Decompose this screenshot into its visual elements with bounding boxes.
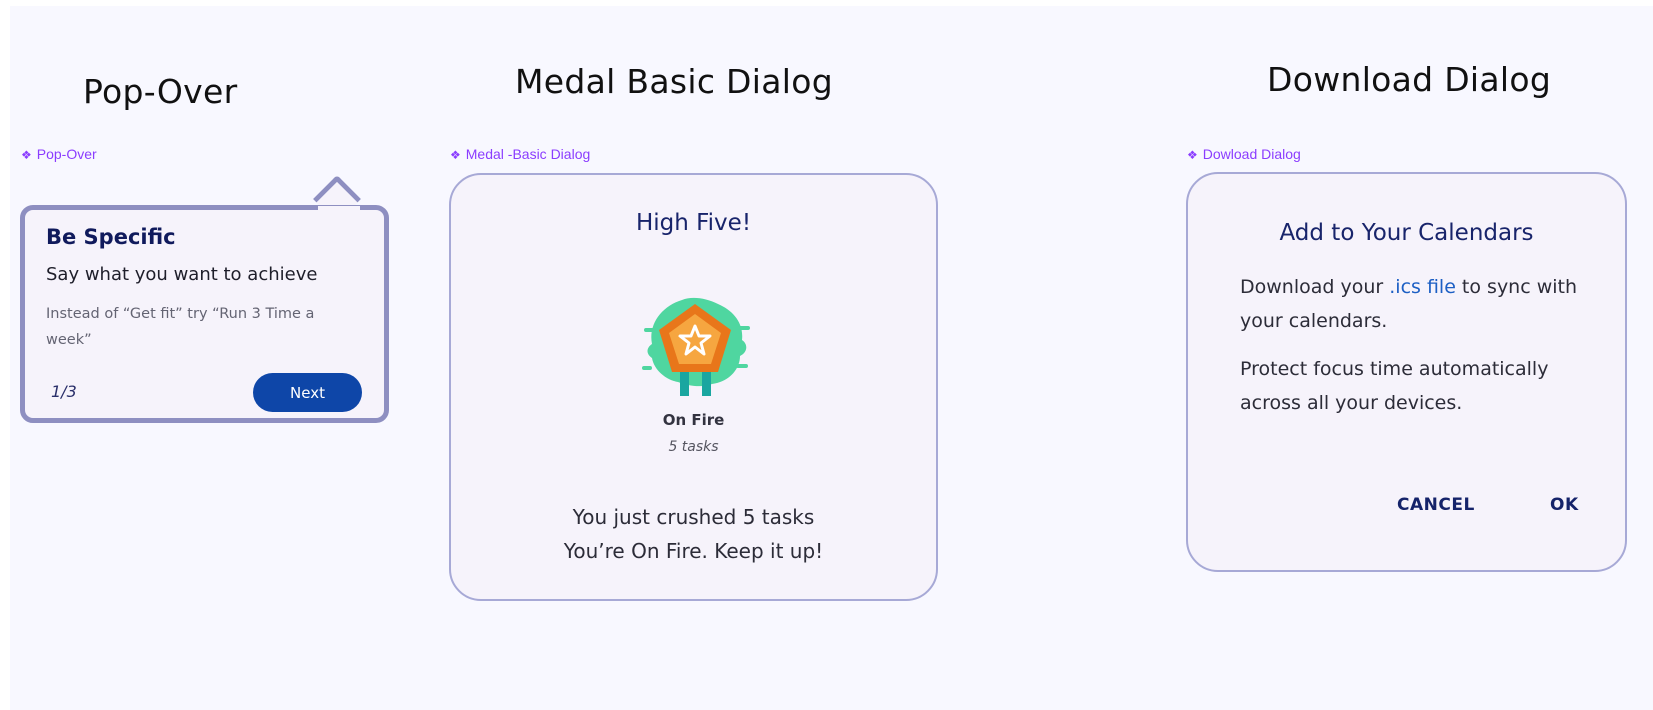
component-diamond-icon: ❖ (450, 148, 461, 162)
download-dialog-body: Download your .ics file to sync with you… (1240, 270, 1600, 434)
component-diamond-icon: ❖ (21, 148, 32, 162)
cancel-button[interactable]: CANCEL (1397, 495, 1475, 515)
medal-message: You just crushed 5 tasks You’re On Fire.… (449, 500, 938, 568)
download-description-prefix: Download your (1240, 276, 1390, 298)
download-component-name: Dowload Dialog (1202, 146, 1301, 162)
download-description: Download your .ics file to sync with you… (1240, 270, 1600, 338)
popover-page-indicator: 1/3 (51, 382, 77, 401)
medal-section-title: Medal Basic Dialog (515, 62, 833, 101)
popover-title: Be Specific (46, 225, 176, 249)
ok-button[interactable]: OK (1550, 495, 1579, 515)
medal-name: On Fire (662, 411, 725, 429)
medal-component-label[interactable]: ❖ Medal -Basic Dialog (450, 146, 590, 162)
popover-pointer-join (318, 206, 360, 220)
medal-message-line-2: You’re On Fire. Keep it up! (563, 539, 824, 563)
on-fire-medal-icon (642, 297, 750, 396)
download-section-title: Download Dialog (1267, 60, 1552, 99)
download-component-label[interactable]: ❖ Dowload Dialog (1187, 146, 1301, 162)
popover-component-name: Pop-Over (36, 146, 97, 162)
medal-component-name: Medal -Basic Dialog (465, 146, 591, 162)
popover-section-title: Pop-Over (83, 72, 238, 111)
medal-task-count: 5 tasks (668, 439, 719, 455)
download-description-2: Protect focus time automatically across … (1240, 358, 1549, 414)
component-diamond-icon: ❖ (1187, 148, 1198, 162)
download-dialog-title: Add to Your Calendars (1279, 220, 1534, 246)
popover-subtitle: Say what you want to achieve (46, 264, 318, 285)
medal-dialog-title: High Five! (635, 210, 752, 236)
ics-file-link[interactable]: .ics file (1389, 276, 1456, 298)
popover-component-label[interactable]: ❖ Pop-Over (21, 146, 97, 162)
popover-body: Instead of “Get fit” try “Run 3 Time a w… (46, 306, 315, 348)
medal-message-line-1: You just crushed 5 tasks (572, 505, 815, 529)
next-button[interactable]: Next (253, 373, 362, 412)
